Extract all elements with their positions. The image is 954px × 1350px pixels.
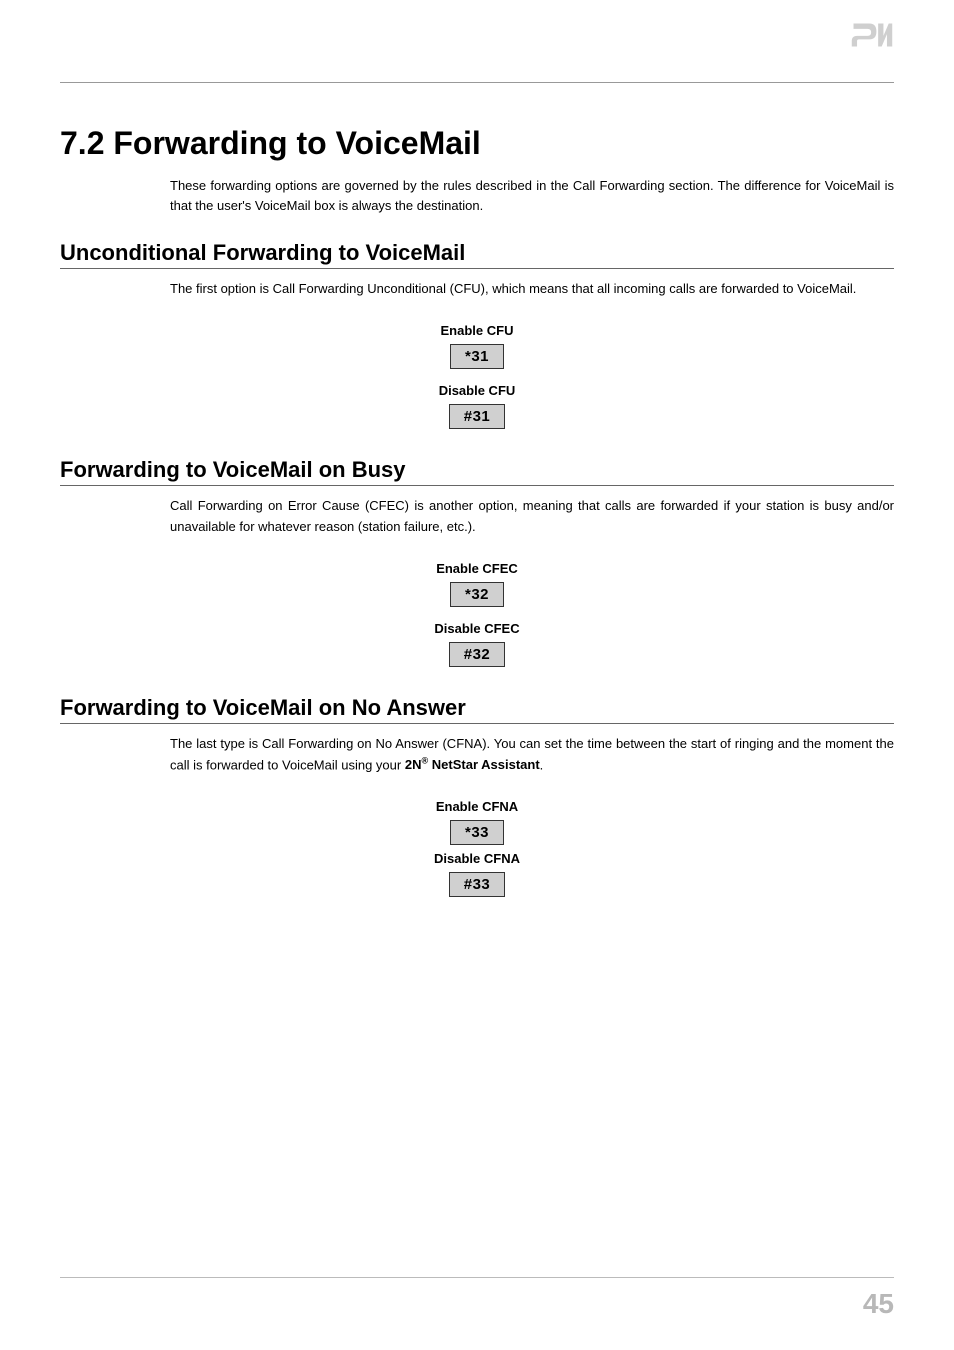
section-heading-cfna: Forwarding to VoiceMail on No Answer [60,695,894,724]
section-text-cfna: The last type is Call Forwarding on No A… [170,734,894,776]
code-group-cfna: Enable CFNA *33 Disable CFNA #33 [60,799,894,897]
code-box: #33 [449,872,506,897]
code-label: Disable CFEC [60,621,894,636]
section-text-cfec: Call Forwarding on Error Cause (CFEC) is… [170,496,894,536]
code-box: #32 [449,642,506,667]
code-label: Disable CFU [60,383,894,398]
intro-paragraph: These forwarding options are governed by… [170,176,894,216]
brand-product: NetStar Assistant [428,757,540,772]
code-box: *31 [450,344,504,369]
brand-name: 2N® NetStar Assistant [405,757,540,772]
header-rule [60,82,894,83]
brand-logo [850,20,894,55]
code-group-cfu: Enable CFU *31 Disable CFU #31 [60,323,894,429]
code-box: *32 [450,582,504,607]
section-heading-cfec: Forwarding to VoiceMail on Busy [60,457,894,486]
code-label: Enable CFEC [60,561,894,576]
section-heading-cfu: Unconditional Forwarding to VoiceMail [60,240,894,269]
code-label: Enable CFNA [60,799,894,814]
page-number: 45 [863,1288,894,1320]
footer-rule [60,1277,894,1278]
code-group-cfec: Enable CFEC *32 Disable CFEC #32 [60,561,894,667]
code-label: Enable CFU [60,323,894,338]
brand-text: 2N [405,757,422,772]
page-title: 7.2 Forwarding to VoiceMail [60,125,894,162]
text-end: . [540,757,544,772]
section-text-cfu: The first option is Call Forwarding Unco… [170,279,894,299]
code-box: *33 [450,820,504,845]
code-label: Disable CFNA [60,851,894,866]
code-box: #31 [449,404,506,429]
